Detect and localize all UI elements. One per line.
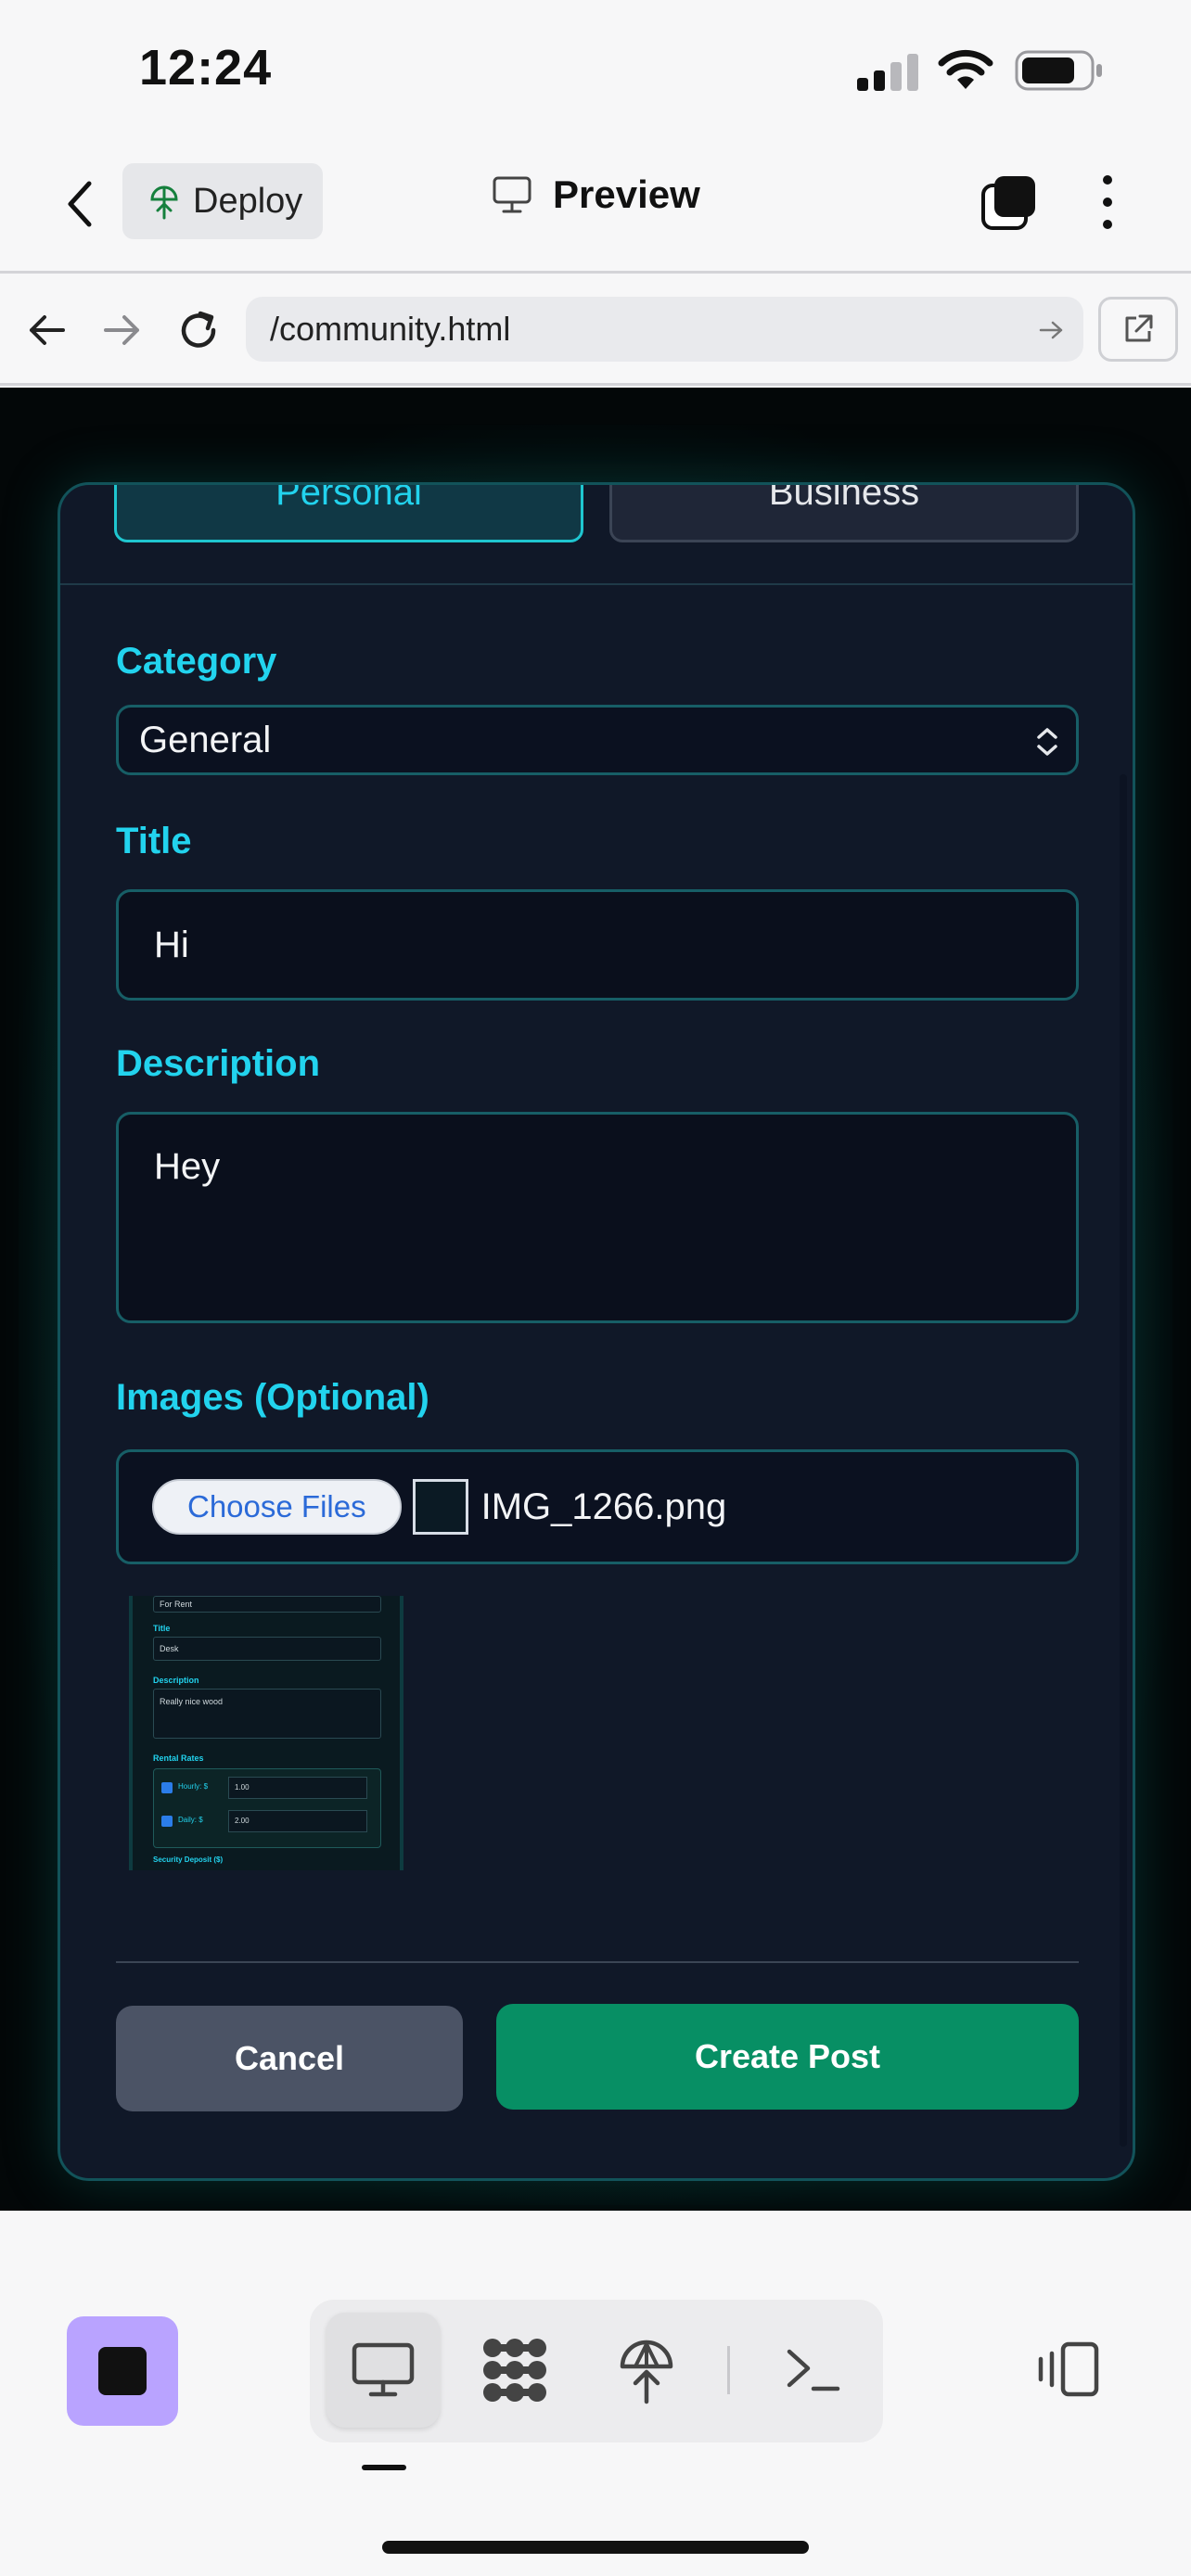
home-indicator bbox=[382, 2541, 809, 2554]
preview-title: Preview bbox=[492, 172, 700, 217]
preview-daily-input: 2.00 bbox=[228, 1810, 367, 1832]
browser-back-icon[interactable] bbox=[26, 312, 67, 349]
browser-bar: /community.html bbox=[0, 276, 1191, 386]
deploy-icon bbox=[620, 2340, 673, 2404]
integrations-view-button[interactable] bbox=[458, 2313, 571, 2428]
file-name: IMG_1266.png bbox=[480, 1486, 727, 1527]
preview-deposit-label: Security Deposit ($) bbox=[153, 1855, 224, 1864]
external-link-icon bbox=[1125, 314, 1153, 342]
more-options-icon[interactable] bbox=[1095, 172, 1121, 232]
create-post-button[interactable]: Create Post bbox=[496, 2004, 1079, 2110]
monitor-icon bbox=[493, 176, 531, 213]
images-file-input[interactable]: Choose Files IMG_1266.png bbox=[116, 1449, 1079, 1564]
preview-hourly-label: Hourly: $ bbox=[178, 1782, 209, 1791]
active-tab-indicator bbox=[362, 2465, 406, 2470]
category-select[interactable]: General bbox=[116, 705, 1079, 775]
tabs-switcher-icon[interactable] bbox=[980, 172, 1039, 232]
preview-select: For Rent bbox=[153, 1596, 381, 1613]
tabs-divider bbox=[60, 583, 1133, 585]
tab-business[interactable]: Business bbox=[609, 485, 1079, 542]
browser-forward-icon[interactable] bbox=[102, 312, 143, 349]
open-external-button[interactable] bbox=[1098, 297, 1178, 362]
images-label: Images (Optional) bbox=[116, 1377, 429, 1418]
preview-view-button[interactable] bbox=[327, 2313, 440, 2428]
actions-divider bbox=[116, 1961, 1079, 1963]
deploy-label: Deploy bbox=[193, 181, 303, 221]
console-view-button[interactable] bbox=[757, 2313, 870, 2428]
app-header: Deploy Preview bbox=[0, 139, 1191, 274]
preview-rental-label: Rental Rates bbox=[153, 1753, 204, 1763]
cancel-button[interactable]: Cancel bbox=[116, 2006, 463, 2111]
deploy-icon bbox=[150, 185, 178, 220]
preview-title-input: Desk bbox=[153, 1637, 381, 1661]
preview-description-label: Description bbox=[153, 1676, 199, 1685]
reload-icon[interactable] bbox=[176, 308, 223, 354]
go-arrow-icon[interactable] bbox=[1039, 319, 1065, 341]
modal-scrollbar[interactable] bbox=[1120, 774, 1127, 2147]
preview-label: Preview bbox=[553, 172, 700, 216]
stop-icon bbox=[98, 2347, 147, 2395]
category-label: Category bbox=[116, 641, 277, 682]
description-textarea[interactable]: Hey bbox=[116, 1112, 1079, 1323]
stop-button[interactable] bbox=[67, 2316, 178, 2426]
image-preview: For Rent Title Desk Description Really n… bbox=[129, 1596, 403, 1870]
file-thumbnail bbox=[412, 1479, 468, 1535]
deploy-view-button[interactable] bbox=[590, 2313, 703, 2428]
view-switcher bbox=[310, 2300, 883, 2442]
url-text: /community.html bbox=[270, 310, 511, 348]
battery-icon bbox=[1015, 50, 1102, 91]
status-bar: 12:24 bbox=[0, 0, 1191, 139]
preview-daily-checkbox bbox=[161, 1816, 173, 1827]
preview-title-label: Title bbox=[153, 1624, 171, 1633]
back-chevron-icon[interactable] bbox=[61, 178, 98, 230]
toolbar-separator bbox=[727, 2346, 730, 2394]
preview-daily-label: Daily: $ bbox=[178, 1816, 203, 1824]
description-label: Description bbox=[116, 1043, 321, 1084]
description-value: Hey bbox=[154, 1146, 221, 1187]
select-arrows-icon bbox=[1037, 728, 1057, 756]
category-value: General bbox=[139, 719, 272, 760]
preview-hourly-input: 1.00 bbox=[228, 1777, 367, 1799]
title-input[interactable]: Hi bbox=[116, 889, 1079, 1001]
preview-hourly-checkbox bbox=[161, 1782, 173, 1793]
status-time: 12:24 bbox=[139, 40, 273, 96]
preview-description-input: Really nice wood bbox=[153, 1689, 381, 1739]
title-label: Title bbox=[116, 821, 192, 861]
integrations-icon bbox=[483, 2339, 546, 2402]
web-content: Personal Business Category General Title… bbox=[0, 388, 1191, 2211]
cellular-signal-icon bbox=[857, 54, 918, 91]
title-value: Hi bbox=[154, 924, 189, 965]
bottom-toolbar bbox=[0, 2211, 1191, 2576]
terminal-icon bbox=[787, 2349, 840, 2391]
choose-files-button[interactable]: Choose Files bbox=[152, 1479, 402, 1535]
preview-rental-box: Hourly: $ 1.00 Daily: $ 2.00 bbox=[153, 1768, 381, 1848]
monitor-icon bbox=[352, 2342, 415, 2397]
tab-personal[interactable]: Personal bbox=[114, 485, 583, 542]
device-rotate-icon[interactable] bbox=[1035, 2340, 1102, 2398]
url-field[interactable]: /community.html bbox=[246, 297, 1083, 362]
deploy-button[interactable]: Deploy bbox=[122, 163, 323, 239]
wifi-icon bbox=[938, 49, 993, 89]
create-post-modal: Personal Business Category General Title… bbox=[58, 482, 1135, 2181]
